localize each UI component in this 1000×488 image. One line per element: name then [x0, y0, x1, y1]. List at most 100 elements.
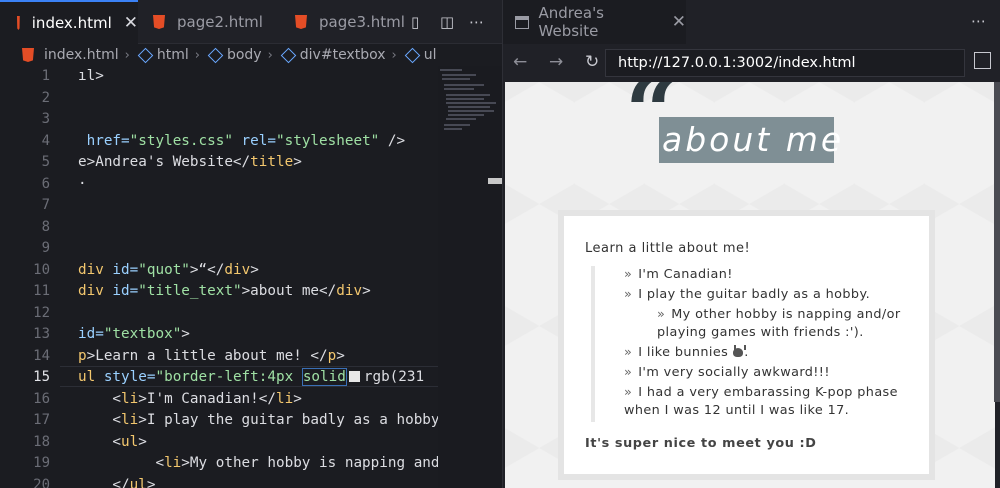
code-token: href=	[78, 132, 130, 149]
code-token: >My other hobby is napping and/	[181, 455, 438, 471]
code-line[interactable]: <li>I'm Canadian!</li>	[78, 389, 438, 411]
list-item-text: I'm Canadian!	[638, 267, 733, 282]
code-token: ul	[121, 433, 139, 450]
code-token: <	[78, 412, 122, 428]
code-line[interactable]	[78, 217, 438, 239]
breadcrumb-body[interactable]: body	[206, 47, 262, 63]
code-token: >	[293, 390, 302, 407]
split-editor-icon[interactable]: ◫	[440, 13, 454, 31]
code-line[interactable]: ·	[78, 174, 438, 196]
element-icon	[280, 47, 297, 63]
code-line[interactable]: p>Learn a little about me! </p>	[78, 346, 438, 368]
code-area[interactable]: ıl> href="styles.css" rel="stylesheet" /…	[78, 66, 438, 488]
more-actions-icon[interactable]: ⋯	[469, 13, 484, 31]
code-line[interactable]: id="textbox">	[78, 324, 438, 346]
code-token: >about me</	[241, 283, 337, 299]
code-token: >	[293, 154, 302, 170]
open-external-icon[interactable]	[974, 52, 991, 69]
code-line[interactable]: div id="quot">“</div>	[78, 260, 438, 282]
open-changes-icon[interactable]: ▯	[411, 13, 419, 31]
tab-label: page3.html	[319, 13, 405, 31]
line-number: 13	[33, 326, 50, 342]
list-item: » I like bunnies.	[624, 344, 911, 362]
tab-page3-html[interactable]: page3.html	[295, 0, 405, 44]
scrollbar[interactable]	[994, 82, 1000, 402]
line-number: 17	[33, 412, 50, 428]
code-token: li	[276, 390, 294, 407]
list-item-text: I play the guitar badly as a hobby.	[638, 287, 871, 302]
code-token: e>Andrea's Website</	[78, 154, 251, 170]
tab-index-html[interactable]: index.html ✕	[0, 0, 138, 44]
forward-arrow-icon[interactable]: →	[549, 52, 563, 72]
code-token: div	[78, 261, 104, 278]
address-bar[interactable]: http://127.0.0.1:3002/index.html	[605, 49, 965, 77]
code-token: "title_text"	[138, 283, 242, 299]
code-line[interactable]: ul style="border-left:4px solid rgb(231	[78, 367, 438, 389]
line-number: 11	[33, 283, 50, 299]
line-number: 1	[41, 68, 50, 84]
code-line[interactable]: </ul>	[78, 475, 438, 488]
code-token: ul	[78, 369, 96, 385]
code-token: solid	[301, 368, 347, 386]
breadcrumb-ul[interactable]: ul	[403, 47, 436, 63]
code-line[interactable]	[78, 109, 438, 131]
bullet-marker: »	[624, 385, 633, 400]
code-token: id=	[78, 326, 104, 342]
line-number-gutter: 1 2 3 4 5 6 7 8 9 10 11 12 13 14 15 16 17 18 19 20	[0, 66, 60, 488]
lead-text: Learn a little about me!	[585, 241, 751, 256]
code-line[interactable]: <li>My other hobby is napping and/	[78, 453, 438, 475]
page-title: about me	[662, 120, 845, 159]
list-item-text: I like bunnies	[638, 345, 729, 360]
code-token: >Learn a little about me! </	[86, 347, 328, 364]
tab-page2-html[interactable]: page2.html	[153, 0, 288, 44]
line-number: 12	[33, 304, 50, 321]
code-line[interactable]: e>Andrea's Website</title>	[78, 152, 438, 174]
code-token: >	[362, 283, 371, 299]
tab-label: page2.html	[177, 13, 263, 31]
close-icon[interactable]: ✕	[124, 13, 138, 33]
bullet-marker: »	[624, 267, 633, 282]
breadcrumb: index.html › html › body › div#textbox ›…	[0, 44, 502, 66]
line-number: 9	[41, 240, 50, 256]
code-line[interactable]	[78, 303, 438, 325]
code-line[interactable]: ıl>	[78, 66, 438, 88]
line-number: 15	[33, 369, 50, 385]
more-actions-icon[interactable]: ⋯	[971, 12, 986, 30]
chevron-right-icon: ›	[194, 47, 200, 63]
code-line[interactable]: <ul>	[78, 432, 438, 454]
code-token: >I'm Canadian!</	[138, 390, 276, 407]
code-token: >I play the guitar badly as a hobby	[138, 412, 438, 428]
line-number: 16	[33, 390, 50, 407]
close-icon[interactable]: ✕	[672, 12, 686, 32]
code-line[interactable]	[78, 238, 438, 260]
code-token: div	[78, 283, 104, 299]
bullet-marker: »	[624, 345, 633, 360]
code-token: ·	[78, 175, 87, 192]
color-swatch	[348, 371, 360, 382]
tab-label: index.html	[31, 14, 112, 32]
code-token: <	[78, 433, 122, 450]
code-token: >	[138, 433, 147, 450]
nested-list-item: » My other hobby is napping and/or playin…	[624, 306, 911, 342]
code-line[interactable]	[78, 195, 438, 217]
code-line[interactable]: div id="title_text">about me</div>	[78, 281, 438, 303]
code-line[interactable]: href="styles.css" rel="stylesheet" />	[78, 131, 438, 153]
breadcrumb-textbox[interactable]: div#textbox	[279, 47, 386, 63]
code-line[interactable]: <li>I play the guitar badly as a hobby	[78, 410, 438, 432]
resize-handle[interactable]	[488, 178, 502, 184]
bullet-marker: »	[657, 307, 666, 322]
breadcrumb-html[interactable]: html	[136, 47, 189, 63]
breadcrumb-label: index.html	[44, 47, 119, 63]
code-token: div	[224, 261, 251, 278]
reload-icon[interactable]: ↻	[585, 52, 599, 72]
code-line[interactable]	[78, 88, 438, 110]
code-token: rel=	[232, 132, 276, 149]
code-token: >“</	[189, 261, 225, 278]
breadcrumb-file[interactable]: index.html	[0, 47, 119, 63]
line-number: 4	[41, 132, 50, 149]
back-arrow-icon[interactable]: ←	[513, 52, 527, 72]
minimap[interactable]	[438, 66, 502, 488]
tab-andreas-website[interactable]: Andrea's Website ✕	[503, 0, 686, 44]
browser-preview-pane: Andrea's Website ✕ ⋯ ← → ↻ http://127.0.…	[502, 0, 1000, 488]
about-list: » I'm Canadian! » I play the guitar badly a…	[591, 266, 911, 422]
